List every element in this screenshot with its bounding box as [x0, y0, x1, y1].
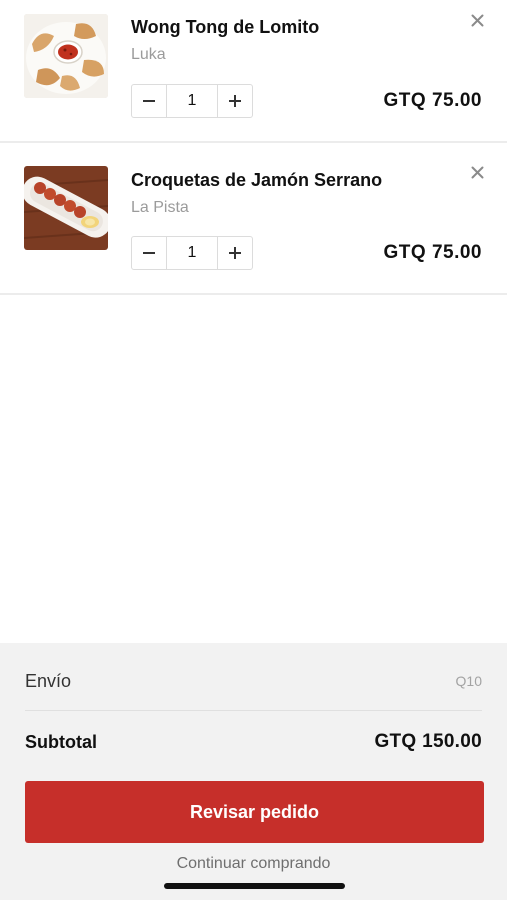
subtotal-row: Subtotal GTQ 150.00 [25, 727, 482, 757]
plus-icon [229, 95, 241, 107]
decrement-button[interactable] [132, 237, 166, 269]
minus-icon [143, 100, 155, 102]
cart-list: Wong Tong de Lomito Luka 1 GTQ 75.00 Cro… [0, 0, 507, 295]
item-name: Croquetas de Jamón Serrano [131, 170, 383, 190]
home-indicator[interactable] [164, 883, 345, 889]
subtotal-value: GTQ 150.00 [374, 731, 482, 752]
cart-item: Wong Tong de Lomito Luka 1 GTQ 75.00 [0, 0, 507, 143]
shipping-row: Envío Q10 [25, 667, 482, 695]
minus-icon [143, 252, 155, 254]
quantity-value[interactable]: 1 [166, 237, 218, 269]
quantity-stepper: 1 [131, 84, 253, 118]
remove-item-button[interactable] [467, 162, 487, 182]
increment-button[interactable] [218, 237, 252, 269]
item-restaurant: Luka [131, 46, 166, 63]
close-icon [471, 166, 483, 178]
item-price: GTQ 75.00 [383, 242, 482, 263]
shipping-label: Envío [25, 670, 72, 691]
wonton-photo [24, 14, 108, 98]
item-restaurant: La Pista [131, 199, 189, 216]
plus-icon [229, 247, 241, 259]
review-order-button[interactable]: Revisar pedido [25, 781, 484, 843]
close-icon [471, 14, 483, 26]
continue-shopping-link[interactable]: Continuar comprando [0, 855, 507, 873]
remove-item-button[interactable] [467, 10, 487, 30]
quantity-stepper: 1 [131, 236, 253, 270]
item-price: GTQ 75.00 [383, 90, 482, 111]
decrement-button[interactable] [132, 85, 166, 117]
croquetas-photo [24, 166, 108, 250]
summary-divider [25, 710, 482, 711]
item-name: Wong Tong de Lomito [131, 17, 320, 37]
order-summary: Envío Q10 Subtotal GTQ 150.00 Revisar pe… [0, 643, 507, 900]
increment-button[interactable] [218, 85, 252, 117]
subtotal-label: Subtotal [25, 731, 97, 752]
quantity-value[interactable]: 1 [166, 85, 218, 117]
shipping-value: Q10 [455, 673, 482, 689]
cart-item: Croquetas de Jamón Serrano La Pista 1 GT… [0, 143, 507, 295]
